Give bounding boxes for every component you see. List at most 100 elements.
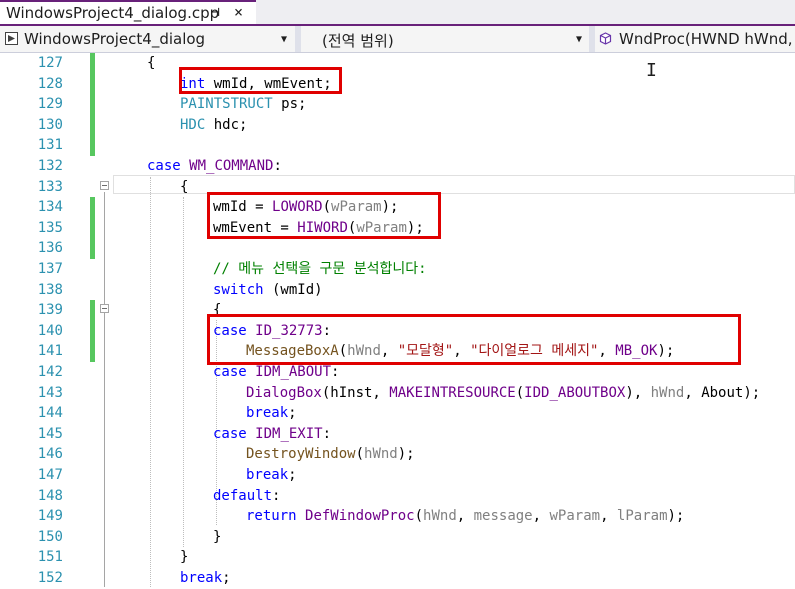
line-number: 139: [37, 302, 63, 319]
code-line[interactable]: 129 PAINTSTRUCT ps;: [0, 94, 795, 115]
code-token: hdc;: [205, 116, 248, 133]
code-line[interactable]: 137 // 메뉴 선택을 구문 분석합니다:: [0, 259, 795, 280]
change-indicator: [90, 320, 95, 342]
code-line[interactable]: 148 default:: [0, 486, 795, 507]
line-number: 137: [37, 261, 63, 277]
close-icon[interactable]: ×: [234, 3, 243, 21]
line-number: 144: [37, 405, 63, 422]
code-token: message: [473, 508, 533, 525]
code-token: lParam: [616, 508, 668, 525]
code-line[interactable]: 151}: [0, 547, 795, 568]
code-token: wParam: [549, 508, 601, 525]
navigation-bar: WindowsProject4_dialog ▼ (전역 범위) ▼ WndPr…: [0, 26, 795, 53]
line-number: 128: [37, 75, 63, 92]
code-text: break;: [180, 568, 231, 589]
code-token: case: [213, 364, 247, 380]
code-token: ),: [625, 384, 651, 401]
code-token: (hInst,: [321, 384, 390, 401]
code-line[interactable]: 144 break;: [0, 403, 795, 424]
tab-bar: WindowsProject4_dialog.cpp ⊣ ×: [0, 0, 795, 26]
line-number: 142: [37, 364, 63, 380]
code-line[interactable]: 136: [0, 238, 795, 259]
line-number: 131: [37, 137, 63, 154]
code-text: }: [213, 527, 221, 548]
code-token: case: [213, 425, 247, 442]
code-token: WM_COMMAND: [189, 158, 274, 174]
code-line[interactable]: 152 break;: [0, 568, 795, 589]
code-line[interactable]: 127 {: [0, 53, 795, 74]
code-token: ,: [600, 508, 617, 525]
code-token: ,: [456, 508, 474, 525]
line-number: 146: [37, 446, 63, 463]
pin-icon[interactable]: ⊣: [212, 5, 220, 20]
code-line[interactable]: 142 case IDM_ABOUT:: [0, 362, 795, 383]
line-number: 148: [37, 487, 63, 504]
code-line[interactable]: 150}: [0, 527, 795, 548]
code-token: , About);: [684, 384, 761, 401]
nav-separator: [295, 26, 301, 52]
code-token: ;: [288, 405, 297, 422]
change-indicator: [90, 341, 95, 362]
nav-separator: [589, 26, 595, 52]
line-number: 136: [37, 240, 63, 257]
tab-title: WindowsProject4_dialog.cpp: [6, 4, 220, 22]
change-indicator: [90, 197, 95, 218]
code-token: // 메뉴 선택을 구문 분석합니다:: [213, 261, 427, 277]
highlight-box-loword-hiword: [207, 192, 441, 239]
code-line[interactable]: 146 DestroyWindow(hWnd);: [0, 444, 795, 465]
code-token: :: [322, 425, 332, 442]
code-line[interactable]: 149 return DefWindowProc(hWnd, message, w…: [0, 506, 795, 527]
code-token: hWnd: [650, 384, 685, 401]
code-text: DialogBox(hInst, MAKEINTRESOURCE(IDD_ABO…: [246, 383, 760, 404]
chevron-down-icon[interactable]: ▼: [281, 34, 287, 45]
code-token: break: [246, 405, 289, 422]
scope-dropdown[interactable]: (전역 범위): [322, 30, 394, 51]
code-token: DestroyWindow: [246, 446, 356, 463]
highlight-box-variable-declaration: [179, 67, 342, 94]
code-token: );: [667, 508, 685, 525]
cpp-project-icon: [5, 32, 18, 45]
line-number: 141: [37, 343, 63, 360]
code-token: }: [180, 549, 189, 566]
code-token: break: [246, 467, 289, 483]
code-text: HDC hdc;: [180, 115, 247, 136]
code-line[interactable]: 130 HDC hdc;: [0, 114, 795, 136]
line-number: 134: [37, 199, 63, 216]
code-text: // 메뉴 선택을 구문 분석합니다:: [213, 259, 427, 280]
code-text: case WM_COMMAND:: [147, 156, 282, 177]
code-token: (: [355, 446, 365, 463]
code-line[interactable]: 143 DialogBox(hInst, MAKEINTRESOURCE(IDD_…: [0, 383, 795, 404]
line-number: 130: [37, 116, 63, 133]
code-text: return DefWindowProc(hWnd, message, wPar…: [246, 506, 684, 527]
change-indicator: [90, 300, 95, 321]
member-dropdown[interactable]: WndProc(HWND hWnd, U: [619, 30, 795, 48]
code-token: IDM_EXIT: [255, 425, 323, 442]
code-token: (: [414, 508, 424, 525]
code-token: break: [180, 570, 223, 586]
line-number: 149: [37, 508, 63, 525]
change-indicator: [90, 217, 95, 239]
code-text: DestroyWindow(hWnd);: [246, 444, 415, 465]
code-text: {: [147, 53, 155, 74]
line-number: 138: [37, 281, 63, 298]
code-token: return: [246, 508, 297, 525]
code-token: DefWindowProc: [305, 508, 415, 525]
code-token: HDC: [180, 116, 206, 133]
code-line[interactable]: 145 case IDM_EXIT:: [0, 424, 795, 445]
code-line[interactable]: 128 int wmId, wmEvent;: [0, 73, 795, 95]
project-dropdown[interactable]: WindowsProject4_dialog: [24, 30, 205, 48]
line-number: 132: [37, 158, 63, 174]
code-token: {: [147, 55, 156, 71]
code-text: break;: [246, 465, 297, 486]
code-text: {: [180, 177, 188, 198]
code-text: case IDM_EXIT:: [213, 424, 331, 445]
code-line[interactable]: 138 switch (wmId): [0, 280, 795, 301]
code-line[interactable]: 132 case WM_COMMAND:: [0, 156, 795, 177]
code-line[interactable]: 147 break;: [0, 465, 795, 486]
chevron-down-icon[interactable]: ▼: [576, 34, 582, 45]
tab-windowsproject4-dialog-cpp[interactable]: WindowsProject4_dialog.cpp ⊣ ×: [0, 0, 256, 24]
code-line[interactable]: 131: [0, 135, 795, 156]
code-token: hWnd: [364, 446, 398, 463]
highlight-box-case-id-32773: [207, 314, 741, 365]
code-text: }: [180, 547, 188, 568]
